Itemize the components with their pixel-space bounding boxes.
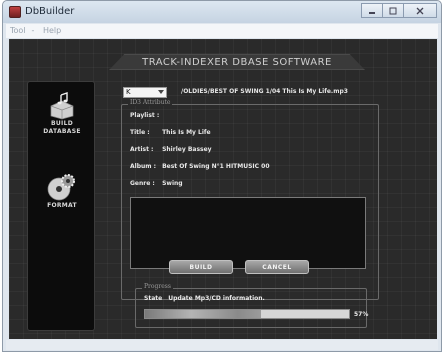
status-bar: [6, 340, 438, 350]
progress-fill: [145, 310, 262, 318]
playlist-label: Playlist :: [130, 112, 160, 119]
progress-bar: [144, 309, 350, 319]
build-button[interactable]: BUILD: [169, 260, 233, 274]
menu-tool[interactable]: Tool: [10, 26, 26, 35]
state-row: State Update Mp3/CD information.: [144, 295, 265, 302]
progress-percent: 57%: [354, 311, 369, 318]
chevron-down-icon: [158, 90, 164, 94]
sidebar-item-label: DATABASE: [43, 128, 81, 135]
file-path: /OLDIES/BEST OF SWING 1/04 This Is My Li…: [181, 88, 348, 95]
sidebar-item-build-database[interactable]: BUILD DATABASE: [28, 92, 96, 136]
disc-gear-icon: [47, 174, 75, 201]
state-label: State: [144, 295, 163, 302]
header-banner: TRACK-INDEXER DBASE SOFTWARE: [109, 54, 365, 70]
drive-select[interactable]: K: [123, 87, 167, 98]
album-row: Album : Best Of Swing N°1 HITMUSIC 00: [130, 163, 270, 170]
artist-value: Shirley Bassey: [162, 146, 212, 153]
album-value: Best Of Swing N°1 HITMUSIC 00: [162, 163, 270, 170]
app-window: DbBuilder Tool - Help TRACK-INDEXER DBASE…: [2, 0, 442, 352]
genre-row: Genre : Swing: [130, 180, 183, 187]
title-label: Title :: [130, 129, 150, 136]
music-box-icon: [50, 92, 74, 120]
minimize-icon: [369, 11, 375, 14]
genre-label: Genre :: [130, 180, 155, 187]
sidebar-item-format[interactable]: FORMAT: [28, 172, 96, 210]
minimize-button[interactable]: [361, 3, 383, 18]
menu-help[interactable]: Help: [43, 26, 61, 35]
menu-bar: Tool - Help: [6, 24, 438, 38]
window-title: DbBuilder: [25, 6, 75, 17]
title-value: This Is My Life: [162, 129, 211, 136]
cancel-button[interactable]: CANCEL: [245, 260, 309, 274]
title-bar[interactable]: DbBuilder: [3, 1, 441, 23]
sidebar-item-label: FORMAT: [47, 202, 77, 209]
close-icon: [416, 7, 424, 14]
title-row: Title : This Is My Life: [130, 129, 211, 136]
drive-select-value: K: [126, 88, 131, 96]
state-value: Update Mp3/CD information.: [168, 295, 265, 302]
close-button[interactable]: [403, 3, 437, 18]
album-label: Album :: [130, 163, 157, 170]
playlist-row: Playlist :: [130, 112, 159, 119]
app-icon: [9, 6, 21, 18]
progress-group: Progress State Update Mp3/CD information…: [135, 283, 369, 328]
log-textarea[interactable]: [130, 197, 366, 269]
header-title: TRACK-INDEXER DBASE SOFTWARE: [142, 56, 332, 68]
sidebar-item-label: BUILD: [51, 120, 73, 127]
main-panel: K /OLDIES/BEST OF SWING 1/04 This Is My …: [109, 77, 427, 300]
progress-legend: Progress: [142, 283, 173, 290]
artist-row: Artist : Shirley Bassey: [130, 146, 212, 153]
maximize-button[interactable]: [382, 3, 404, 18]
genre-value: Swing: [162, 180, 183, 187]
artist-label: Artist :: [130, 146, 154, 153]
app-body: TRACK-INDEXER DBASE SOFTWARE BUILD DATAB…: [9, 39, 437, 339]
maximize-icon: [389, 7, 397, 14]
window-controls: [361, 3, 437, 19]
id3-legend: ID3 Attribute: [128, 99, 173, 106]
sidebar: BUILD DATABASE FORMAT: [27, 81, 95, 331]
